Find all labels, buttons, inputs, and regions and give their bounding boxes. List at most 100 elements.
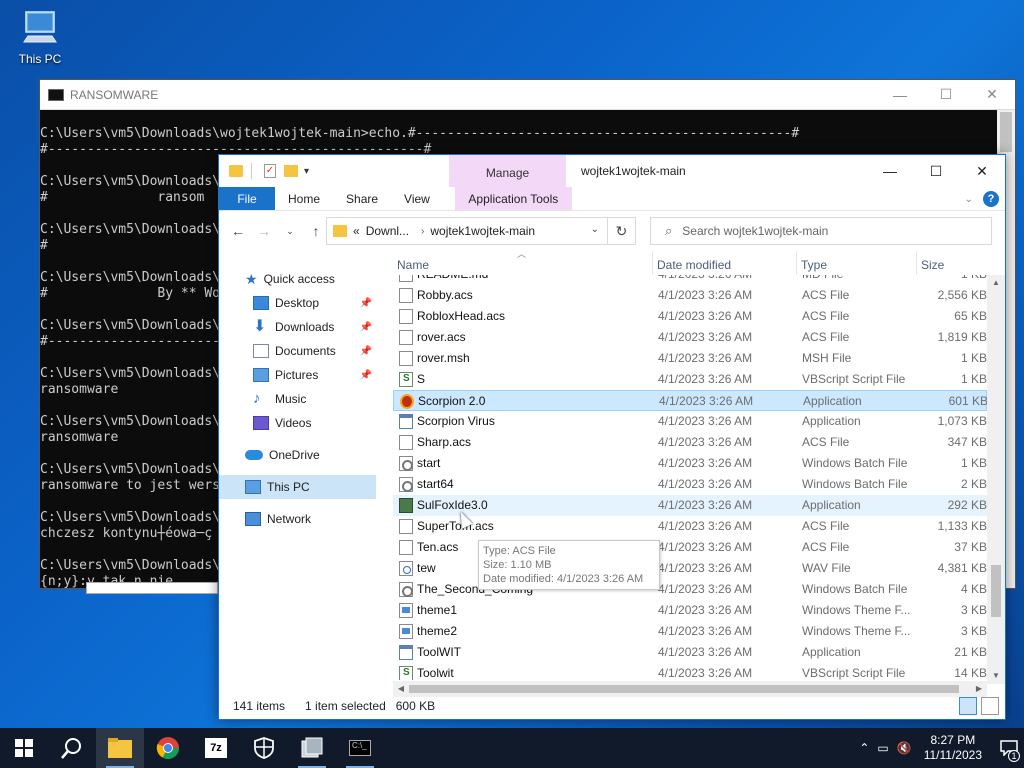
file-row[interactable]: Scorpion Virus 4/1/2023 3:26 AM Applicatio… — [393, 411, 987, 432]
file-row[interactable]: theme1 4/1/2023 3:26 AM Windows Theme F...… — [393, 600, 987, 621]
file-row[interactable]: rover.msh 4/1/2023 3:26 AM MSH File 1 KB — [393, 348, 987, 369]
details-view-icon[interactable] — [959, 697, 977, 715]
file-row[interactable]: start 4/1/2023 3:26 AM Windows Batch File 1… — [393, 453, 987, 474]
recent-locations-icon[interactable]: ⌄ — [277, 226, 303, 237]
file-row[interactable]: SuperTom.acs 4/1/2023 3:26 AM ACS File 1,13… — [393, 516, 987, 537]
nav-videos[interactable]: Videos — [219, 411, 376, 435]
file-row[interactable]: ToolWIT 4/1/2023 3:26 AM Application 21 KB — [393, 642, 987, 663]
chevron-up-icon[interactable]: ⌃ — [859, 741, 869, 755]
item-count: 141 items — [233, 699, 286, 713]
chrome-icon — [156, 737, 179, 759]
tab-view[interactable]: View — [391, 187, 443, 210]
search-button[interactable] — [48, 728, 96, 768]
nav-documents[interactable]: Documents 📌 — [219, 339, 376, 363]
maximize-button[interactable]: ☐ — [913, 155, 959, 187]
close-button[interactable]: ✕ — [959, 155, 1005, 187]
file-row[interactable]: Toolwit 4/1/2023 3:26 AM VBScript Script F… — [393, 663, 987, 680]
breadcrumb-current[interactable]: wojtek1wojtek-main — [430, 224, 535, 238]
taskbar-console[interactable]: C:\_ — [336, 728, 384, 768]
minimize-button[interactable]: — — [877, 80, 923, 110]
file-type: ACS File — [802, 330, 850, 344]
file-row[interactable]: README.md 4/1/2023 3:26 AM MD File1 KB — [393, 275, 987, 285]
file-row[interactable]: S 4/1/2023 3:26 AM VBScript Script File 1 K… — [393, 369, 987, 390]
search-input[interactable]: Search wojtek1wojtek-main — [682, 224, 828, 238]
7zip-icon: 7z — [205, 738, 227, 758]
nav-pictures[interactable]: Pictures 📌 — [219, 363, 376, 387]
system-tray: ⌃ ▭ 🔇 8:27 PM 11/11/2023 1 — [855, 728, 1024, 768]
column-size[interactable]: Size — [917, 251, 987, 275]
search-box[interactable]: ⌕ Search wojtek1wojtek-main — [650, 217, 992, 245]
new-folder-icon[interactable] — [284, 165, 298, 177]
file-row[interactable]: RobloxHead.acs 4/1/2023 3:26 AM ACS File 65… — [393, 306, 987, 327]
start-button[interactable] — [0, 728, 48, 768]
large-icons-view-icon[interactable] — [981, 697, 999, 715]
file-type: ACS File — [802, 309, 850, 323]
scroll-down-icon[interactable]: ▼ — [987, 668, 1005, 684]
nav-quick-access[interactable]: ★ Quick access — [219, 267, 376, 291]
tab-file[interactable]: File — [219, 187, 275, 210]
manage-context-tab[interactable]: Manage — [449, 155, 566, 187]
forward-arrow-icon[interactable]: → — [251, 223, 277, 239]
column-type[interactable]: Type — [797, 251, 917, 275]
file-date: 4/1/2023 3:26 AM — [658, 477, 753, 491]
minimize-button[interactable]: — — [867, 155, 913, 187]
column-date-modified[interactable]: Date modified — [653, 251, 797, 275]
pictures-icon — [253, 368, 269, 382]
file-explorer-window[interactable]: ✓ ▾ Manage wojtek1wojtek-main — ☐ ✕ File… — [218, 154, 1006, 720]
file-row[interactable]: Sharp.acs 4/1/2023 3:26 AM ACS File 347 KB — [393, 432, 987, 453]
nav-onedrive[interactable]: OneDrive — [219, 443, 376, 467]
star-icon: ★ — [245, 270, 258, 287]
chevron-down-icon[interactable]: ⌄ — [591, 224, 599, 235]
maximize-button[interactable]: ☐ — [923, 80, 969, 110]
address-overflow[interactable]: « — [353, 224, 360, 238]
nav-music[interactable]: ♪ Music — [219, 387, 376, 411]
nav-this-pc[interactable]: This PC — [219, 475, 376, 499]
tab-share[interactable]: Share — [333, 187, 391, 210]
file-date: 4/1/2023 3:26 AM — [658, 666, 753, 680]
file-date: 4/1/2023 3:26 AM — [658, 414, 753, 428]
console-titlebar[interactable]: RANSOMWARE — ☐ ✕ — [40, 80, 1015, 110]
help-icon[interactable]: ? — [983, 191, 999, 207]
tab-application-tools[interactable]: Application Tools — [454, 187, 572, 210]
clock[interactable]: 8:27 PM 11/11/2023 — [924, 733, 982, 763]
scroll-thumb[interactable] — [409, 685, 959, 693]
vertical-scrollbar[interactable]: ▲ ▼ — [987, 275, 1005, 684]
file-row[interactable]: SulFoxIde3.0 4/1/2023 3:26 AM Application 2… — [393, 495, 987, 516]
nav-network[interactable]: Network — [219, 507, 376, 531]
column-name[interactable]: Name — [393, 251, 653, 275]
file-doc-icon — [399, 288, 413, 303]
file-row[interactable]: theme2 4/1/2023 3:26 AM Windows Theme F...… — [393, 621, 987, 642]
properties-icon[interactable]: ✓ — [264, 164, 276, 178]
file-type: Application — [803, 394, 862, 408]
file-row[interactable]: Scorpion 2.0 4/1/2023 3:26 AM Application 6… — [393, 390, 987, 411]
taskbar-security[interactable] — [240, 728, 288, 768]
file-row[interactable]: start64 4/1/2023 3:26 AM Windows Batch Fil… — [393, 474, 987, 495]
notification-center-icon[interactable]: 1 — [994, 728, 1024, 768]
nav-downloads[interactable]: ⬇ Downloads 📌 — [219, 315, 376, 339]
address-bar[interactable]: « Downl... › wojtek1wojtek-main ⌄ — [326, 217, 608, 245]
file-type: Windows Batch File — [802, 582, 908, 596]
scroll-up-icon[interactable]: ▲ — [987, 275, 1005, 291]
taskbar-file-explorer[interactable] — [96, 728, 144, 768]
file-row[interactable]: Robby.acs 4/1/2023 3:26 AM ACS File 2,556 K… — [393, 285, 987, 306]
refresh-icon[interactable]: ↻ — [608, 217, 636, 245]
breadcrumb-downloads[interactable]: Downl... — [366, 224, 409, 238]
file-row[interactable]: rover.acs 4/1/2023 3:26 AM ACS File 1,819 K… — [393, 327, 987, 348]
back-arrow-icon[interactable]: ← — [225, 223, 251, 239]
volume-muted-icon[interactable]: 🔇 — [897, 741, 912, 755]
taskbar-7zip[interactable]: 7z — [192, 728, 240, 768]
expand-ribbon-icon[interactable]: ⌄ — [965, 194, 973, 205]
network-status-icon[interactable]: ▭ — [877, 741, 888, 755]
chevron-right-icon[interactable]: › — [421, 226, 424, 237]
nav-desktop[interactable]: Desktop 📌 — [219, 291, 376, 315]
desktop-icon-this-pc[interactable]: This PC — [12, 8, 68, 66]
taskbar-app[interactable] — [288, 728, 336, 768]
customize-qat-icon[interactable]: ▾ — [304, 166, 309, 177]
close-button[interactable]: ✕ — [969, 80, 1015, 110]
file-type: ACS File — [802, 435, 850, 449]
scroll-thumb[interactable] — [991, 565, 1001, 617]
console-line: C:\Users\vm5\Downloads\wojtek1wojtek-mai… — [40, 126, 800, 141]
file-tooltip: Type: ACS File Size: 1.10 MB Date modifi… — [478, 540, 660, 590]
tab-home[interactable]: Home — [275, 187, 333, 210]
taskbar-chrome[interactable] — [144, 728, 192, 768]
